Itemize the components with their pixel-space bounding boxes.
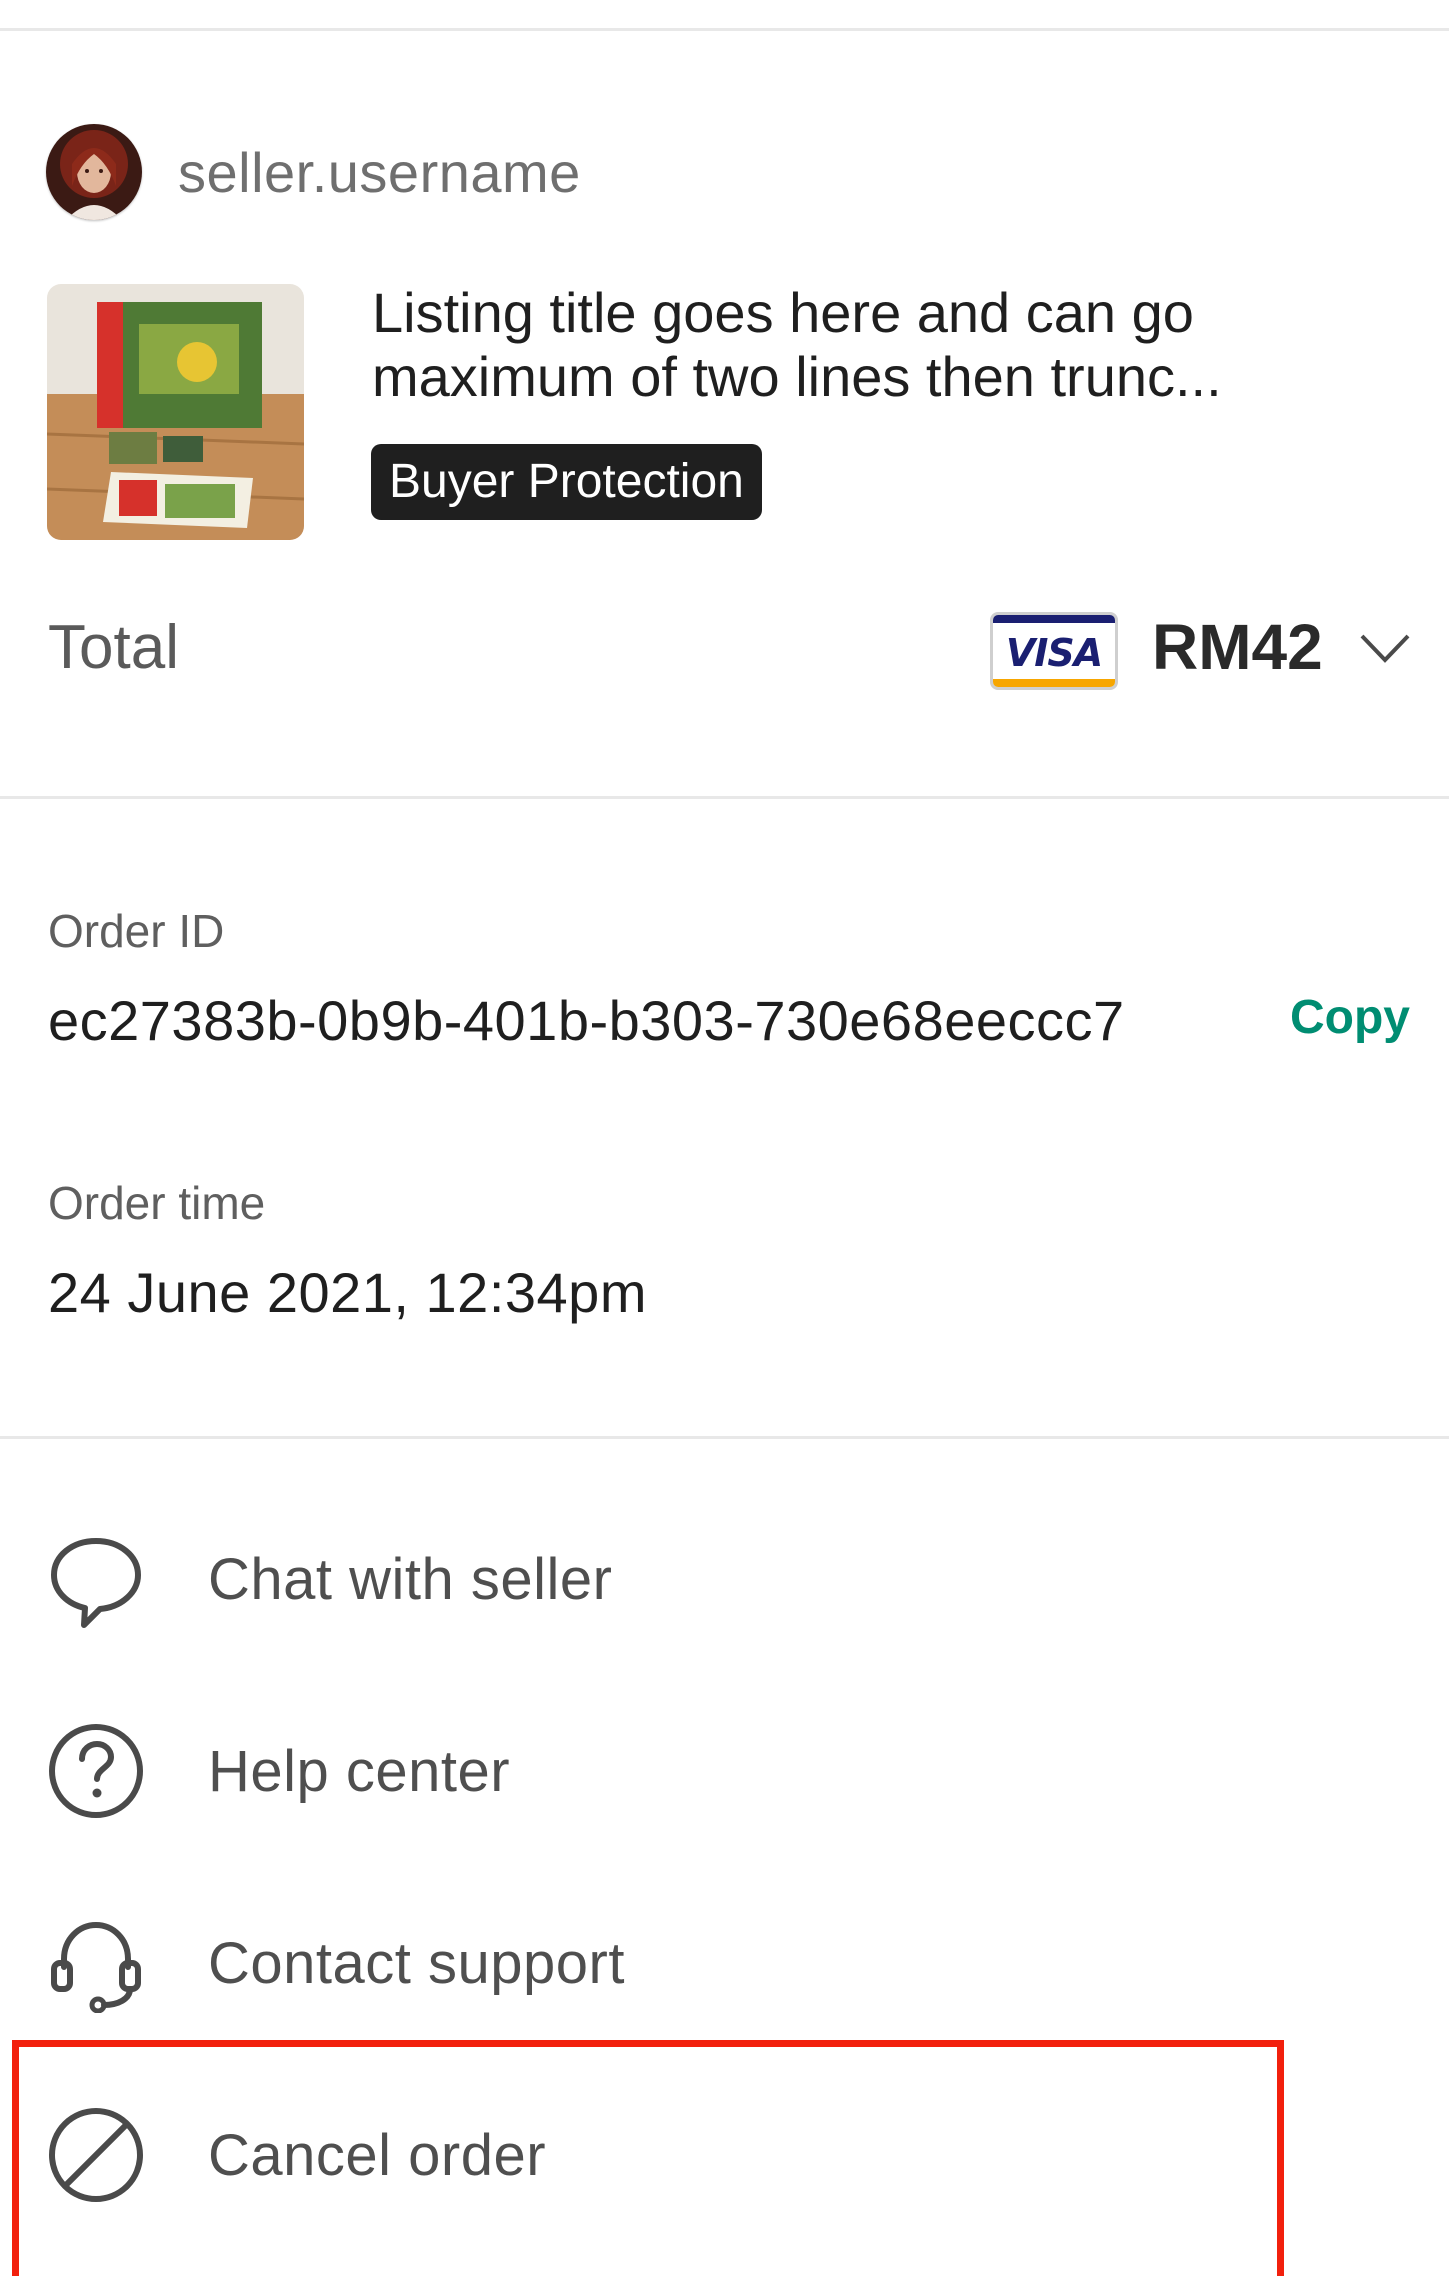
- visa-card-icon: VISA: [990, 612, 1118, 690]
- order-details-page: seller.username Listing title goes here …: [0, 0, 1449, 2276]
- seller-avatar[interactable]: [46, 124, 142, 220]
- section-divider: [0, 1436, 1449, 1439]
- action-label: Chat with seller: [208, 1546, 613, 1612]
- question-circle-icon: [46, 1721, 146, 1821]
- total-label: Total: [48, 613, 179, 682]
- chevron-down-icon[interactable]: [1358, 628, 1412, 668]
- highlight-box: [12, 2040, 1284, 2276]
- copy-button[interactable]: Copy: [1290, 990, 1410, 1045]
- payment-brand: VISA: [1005, 631, 1103, 675]
- action-label: Help center: [208, 1738, 511, 1804]
- order-id-value: ec27383b-0b9b-401b-b303-730e68eeccc7: [48, 989, 1125, 1052]
- section-divider: [0, 796, 1449, 799]
- total-amount[interactable]: RM42: [1152, 610, 1323, 684]
- chat-bubble-icon: [46, 1529, 146, 1629]
- order-id-label: Order ID: [48, 905, 225, 957]
- listing-title[interactable]: Listing title goes here and can go maxim…: [372, 281, 1372, 409]
- chat-with-seller-action[interactable]: Chat with seller: [46, 1524, 1266, 1634]
- action-label: Contact support: [208, 1930, 625, 1996]
- help-center-action[interactable]: Help center: [46, 1716, 1266, 1826]
- order-time-value: 24 June 2021, 12:34pm: [48, 1261, 647, 1324]
- top-divider: [0, 28, 1449, 31]
- headset-icon: [46, 1913, 146, 2013]
- buyer-protection-badge: Buyer Protection: [371, 444, 762, 520]
- seller-row[interactable]: seller.username: [46, 122, 581, 222]
- order-time-label: Order time: [48, 1177, 266, 1229]
- seller-username[interactable]: seller.username: [178, 140, 581, 205]
- contact-support-action[interactable]: Contact support: [46, 1908, 1266, 2018]
- listing-thumbnail[interactable]: [47, 284, 304, 540]
